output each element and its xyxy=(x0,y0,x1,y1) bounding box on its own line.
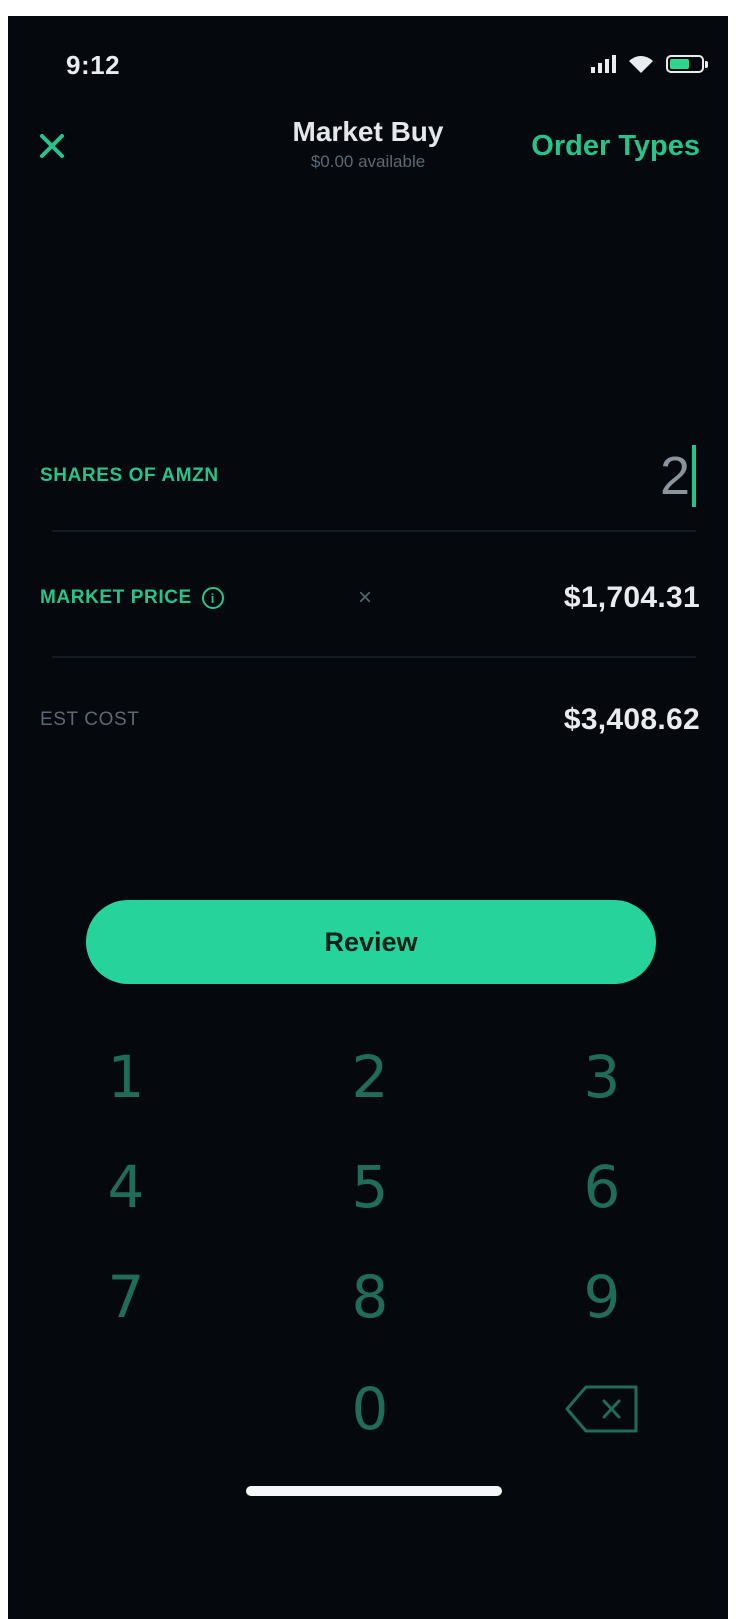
keypad-key-1[interactable]: 1 xyxy=(26,1022,226,1132)
est-cost-row: EST COST $3,408.62 xyxy=(40,680,700,760)
keypad-key-3[interactable]: 3 xyxy=(502,1022,702,1132)
keypad-key-4[interactable]: 4 xyxy=(26,1132,226,1242)
text-caret xyxy=(692,445,696,507)
status-time: 9:12 xyxy=(66,50,121,80)
market-price-label: MARKET PRICE xyxy=(40,587,192,608)
multiply-sign: × xyxy=(358,584,373,611)
market-price-value: $1,704.31 xyxy=(563,581,700,614)
est-cost-label: EST COST xyxy=(40,709,140,730)
market-price-label-group: MARKET PRICE i xyxy=(40,587,224,609)
cellular-signal-icon xyxy=(591,55,616,73)
status-bar: 9:12 xyxy=(8,16,728,106)
battery-level-fill xyxy=(670,59,689,69)
market-price-row: MARKET PRICE i × $1,704.31 xyxy=(40,558,700,638)
shares-label: SHARES OF AMZN xyxy=(40,465,219,486)
backspace-icon xyxy=(565,1385,638,1433)
keypad-key-9[interactable]: 9 xyxy=(502,1242,702,1352)
backspace-button[interactable] xyxy=(502,1354,702,1464)
wifi-icon xyxy=(629,56,653,73)
phone-screen: 9:12 Market Buy $0.00 available Order Ty… xyxy=(8,16,728,1619)
status-icons xyxy=(591,54,708,74)
est-cost-value: $3,408.62 xyxy=(563,703,700,736)
numeric-keypad: 1 2 3 4 5 6 7 8 9 0 xyxy=(8,1016,728,1496)
order-types-button[interactable]: Order Types xyxy=(531,130,700,163)
shares-value: 2 xyxy=(659,446,690,506)
divider xyxy=(52,656,696,658)
battery-icon xyxy=(666,55,708,73)
divider xyxy=(52,530,696,532)
keypad-key-2[interactable]: 2 xyxy=(270,1022,470,1132)
keypad-key-8[interactable]: 8 xyxy=(270,1242,470,1352)
home-indicator[interactable] xyxy=(246,1486,502,1496)
keypad-key-7[interactable]: 7 xyxy=(26,1242,226,1352)
review-button[interactable]: Review xyxy=(86,900,656,984)
shares-input[interactable]: 2 xyxy=(660,445,696,507)
keypad-key-6[interactable]: 6 xyxy=(502,1132,702,1242)
shares-row: SHARES OF AMZN 2 xyxy=(40,436,700,516)
keypad-key-0[interactable]: 0 xyxy=(270,1354,470,1464)
order-header: Market Buy $0.00 available Order Types xyxy=(8,106,728,196)
info-icon[interactable]: i xyxy=(201,587,224,609)
keypad-key-5[interactable]: 5 xyxy=(270,1132,470,1242)
